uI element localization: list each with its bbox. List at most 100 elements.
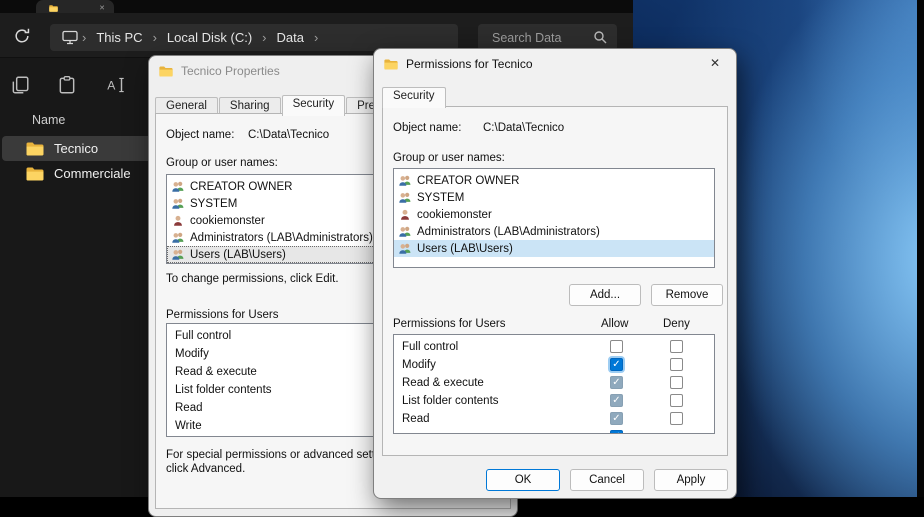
cancel-button[interactable]: Cancel	[570, 469, 644, 491]
group-icon	[398, 242, 412, 255]
tab-security[interactable]: Security	[382, 87, 446, 108]
permissions-tab-bar: Security	[382, 86, 447, 107]
folder-icon	[26, 142, 44, 156]
deny-checkbox[interactable]	[670, 412, 683, 425]
breadcrumb-chevron-icon: ›	[80, 30, 88, 45]
group-icon	[398, 225, 412, 238]
allow-checkbox[interactable]	[610, 340, 623, 353]
group-label: Users (LAB\Users)	[190, 249, 286, 261]
group-label: CREATOR OWNER	[417, 175, 519, 187]
permission-row[interactable]: Read	[394, 410, 714, 428]
group-label: CREATOR OWNER	[190, 181, 292, 193]
group-label: SYSTEM	[190, 198, 237, 210]
permission-row[interactable]: List folder contents	[394, 392, 714, 410]
permission-label: Modify	[175, 348, 209, 360]
object-name-value: C:\Data\Tecnico	[248, 129, 329, 141]
group-icon	[171, 231, 185, 244]
remove-button[interactable]: Remove	[651, 284, 723, 306]
group-label: Users (LAB\Users)	[417, 243, 513, 255]
allow-checkbox[interactable]	[610, 376, 623, 389]
folder-icon	[384, 59, 398, 70]
security-tab-panel: Object name: C:\Data\Tecnico Group or us…	[382, 106, 728, 456]
group-icon	[171, 197, 185, 210]
file-name: Commerciale	[54, 166, 131, 181]
permission-label: Read	[175, 402, 203, 414]
group-label: cookiemonster	[417, 209, 492, 221]
paste-icon[interactable]	[57, 75, 77, 95]
group-icon	[171, 248, 185, 261]
refresh-icon[interactable]	[13, 27, 31, 45]
rename-icon[interactable]: A	[105, 75, 125, 95]
deny-checkbox[interactable]	[670, 358, 683, 371]
folder-icon	[26, 167, 44, 181]
permission-row[interactable]: Read & execute	[394, 374, 714, 392]
column-header-name[interactable]: Name	[32, 113, 65, 127]
apply-button[interactable]: Apply	[654, 469, 728, 491]
allow-checkbox[interactable]	[610, 412, 623, 425]
group-label: Administrators (LAB\Administrators)	[417, 226, 600, 238]
screen-right-edge	[917, 0, 924, 497]
breadcrumb-data[interactable]: Data	[269, 30, 312, 45]
advanced-hint-line2: click Advanced.	[166, 463, 245, 475]
breadcrumb-chevron-icon: ›	[260, 30, 268, 45]
permissions-dialog-titlebar[interactable]: Permissions for Tecnico	[374, 49, 736, 79]
group-list-item[interactable]: SYSTEM	[394, 189, 714, 206]
permission-label: List folder contents	[175, 384, 272, 396]
folder-icon	[159, 66, 173, 77]
group-list-item[interactable]: CREATOR OWNER	[394, 172, 714, 189]
permission-row[interactable]: Full control	[394, 338, 714, 356]
group-list-item-selected[interactable]: Users (LAB\Users)	[394, 240, 714, 257]
ok-button[interactable]: OK	[486, 469, 560, 491]
group-list-item[interactable]: cookiemonster	[394, 206, 714, 223]
explorer-tab[interactable]: ✕	[36, 0, 114, 13]
breadcrumb-this-pc[interactable]: This PC	[88, 30, 150, 45]
permissions-header: Permissions for Users	[393, 318, 505, 330]
object-name-label: Object name:	[166, 129, 234, 141]
allow-checkbox[interactable]	[610, 394, 623, 407]
permission-row-partial[interactable]	[394, 428, 714, 434]
desktop: ✕ › This PC › Local Disk (C:) › Data ›	[0, 0, 924, 497]
search-input[interactable]	[478, 24, 602, 51]
user-icon	[171, 214, 185, 227]
breadcrumb-chevron-icon: ›	[151, 30, 159, 45]
permission-label: Full control	[402, 341, 458, 353]
group-label: Administrators (LAB\Administrators)	[190, 232, 373, 244]
copy-icon[interactable]	[10, 75, 30, 95]
tab-close-icon[interactable]: ✕	[99, 5, 105, 12]
close-icon[interactable]: ✕	[706, 56, 724, 72]
allow-checkbox[interactable]	[610, 358, 623, 371]
group-icon	[398, 174, 412, 187]
advanced-hint-line1: For special permissions or advanced sett…	[166, 449, 376, 461]
deny-column-header: Deny	[663, 318, 690, 330]
permission-label: Read	[402, 413, 430, 425]
group-icon	[171, 180, 185, 193]
file-name: Tecnico	[54, 141, 98, 156]
permissions-checkbox-list[interactable]: Full control Modify Read & execute List …	[393, 334, 715, 434]
group-user-list[interactable]: CREATOR OWNER SYSTEM cookiemonster Admin…	[393, 168, 715, 268]
search-icon	[593, 30, 607, 49]
add-button[interactable]: Add...	[569, 284, 641, 306]
deny-checkbox[interactable]	[670, 394, 683, 407]
breadcrumb-chevron-icon: ›	[312, 30, 320, 45]
group-label: cookiemonster	[190, 215, 265, 227]
group-user-names-label: Group or user names:	[393, 152, 505, 164]
edit-hint-text: To change permissions, click Edit.	[166, 273, 339, 285]
permission-row[interactable]: Modify	[394, 356, 714, 374]
deny-checkbox[interactable]	[670, 340, 683, 353]
breadcrumb-local-disk-c[interactable]: Local Disk (C:)	[159, 30, 260, 45]
group-list-item[interactable]: Administrators (LAB\Administrators)	[394, 223, 714, 240]
search-box	[478, 24, 617, 51]
breadcrumb: › This PC › Local Disk (C:) › Data ›	[50, 24, 458, 51]
explorer-tab-strip: ✕	[0, 0, 633, 13]
allow-checkbox[interactable]	[610, 430, 623, 434]
tab-folder-icon	[49, 5, 58, 12]
this-pc-icon	[62, 30, 78, 45]
permission-label: Read & execute	[402, 377, 484, 389]
tab-security[interactable]: Security	[282, 95, 346, 116]
permission-label: Modify	[402, 359, 436, 371]
permission-label: Read & execute	[175, 366, 257, 378]
group-icon	[398, 191, 412, 204]
deny-checkbox[interactable]	[670, 376, 683, 389]
permission-label: Full control	[175, 330, 231, 342]
object-name-value: C:\Data\Tecnico	[483, 122, 564, 134]
